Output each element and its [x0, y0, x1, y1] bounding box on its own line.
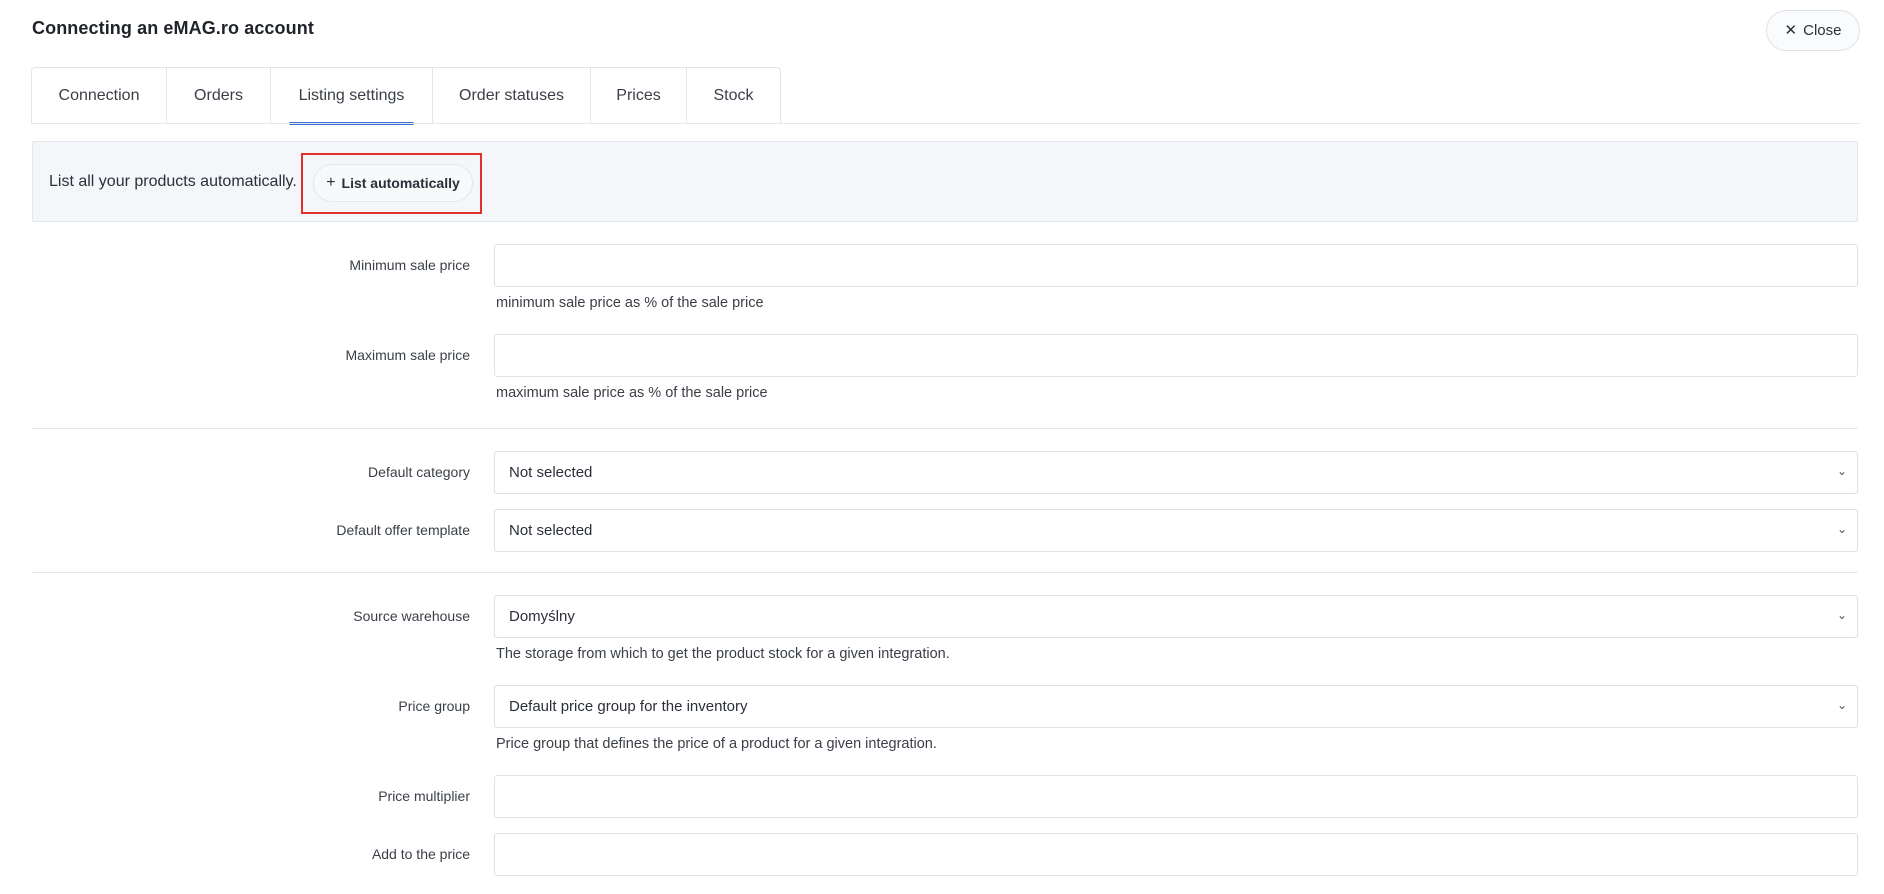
chevron-down-icon: ⌄: [1837, 464, 1848, 478]
tab-connection[interactable]: Connection: [31, 67, 167, 124]
default-category-select[interactable]: Not selected ⌄: [494, 451, 1858, 494]
max-price-input[interactable]: [494, 334, 1858, 377]
tabs-divider: [31, 123, 1860, 124]
close-button[interactable]: ✕ Close: [1766, 10, 1860, 51]
default-offer-template-row: Default offer template Not selected ⌄: [32, 509, 1858, 552]
tab-label: Listing settings: [298, 87, 405, 104]
default-category-value: Not selected: [509, 464, 593, 481]
chevron-down-icon: ⌄: [1837, 698, 1848, 712]
price-group-hint: Price group that defines the price of a …: [496, 736, 937, 752]
source-warehouse-row: Source warehouse Domyślny ⌄ The storage …: [32, 595, 1858, 665]
tab-label: Order statuses: [459, 87, 564, 104]
tab-prices[interactable]: Prices: [591, 67, 687, 124]
list-automatically-button[interactable]: + List automatically: [313, 164, 473, 202]
page-title: Connecting an eMAG.ro account: [32, 18, 314, 38]
tab-label: Stock: [713, 87, 754, 104]
list-automatically-label: List automatically: [341, 175, 460, 191]
chevron-down-icon: ⌄: [1837, 522, 1848, 536]
price-group-row: Price group Default price group for the …: [32, 685, 1858, 755]
min-price-input[interactable]: [494, 244, 1858, 287]
tab-listing-settings[interactable]: Listing settings: [271, 67, 433, 125]
list-automatically-banner: List all your products automatically. + …: [32, 141, 1858, 222]
default-category-row: Default category Not selected ⌄: [32, 451, 1858, 494]
max-price-hint: maximum sale price as % of the sale pric…: [496, 385, 768, 401]
source-warehouse-label: Source warehouse: [353, 608, 470, 624]
source-warehouse-select[interactable]: Domyślny ⌄: [494, 595, 1858, 638]
tab-order-statuses[interactable]: Order statuses: [433, 67, 591, 124]
tab-label: Connection: [58, 87, 140, 104]
max-price-label: Maximum sale price: [345, 347, 470, 363]
price-group-value: Default price group for the inventory: [509, 698, 748, 715]
tab-stock[interactable]: Stock: [687, 67, 781, 124]
section-divider: [32, 572, 1858, 573]
min-price-row: Minimum sale price minimum sale price as…: [32, 244, 1858, 314]
min-price-hint: minimum sale price as % of the sale pric…: [496, 295, 764, 311]
price-group-select[interactable]: Default price group for the inventory ⌄: [494, 685, 1858, 728]
min-price-label: Minimum sale price: [349, 257, 470, 273]
default-offer-template-select[interactable]: Not selected ⌄: [494, 509, 1858, 552]
add-to-price-label: Add to the price: [371, 846, 470, 862]
default-offer-template-label: Default offer template: [336, 522, 470, 538]
price-multiplier-label: Price multiplier: [378, 788, 470, 804]
price-multiplier-input[interactable]: [494, 775, 1858, 818]
close-label: Close: [1803, 22, 1842, 39]
close-icon: ✕: [1784, 22, 1798, 39]
max-price-row: Maximum sale price maximum sale price as…: [32, 334, 1858, 404]
tab-orders[interactable]: Orders: [167, 67, 271, 124]
source-warehouse-value: Domyślny: [509, 608, 575, 625]
plus-icon: +: [326, 174, 336, 191]
default-offer-template-value: Not selected: [509, 522, 593, 539]
price-multiplier-row: Price multiplier: [32, 775, 1858, 818]
add-to-price-input[interactable]: [494, 833, 1858, 876]
tab-bar: Connection Orders Listing settings Order…: [31, 67, 781, 125]
price-group-label: Price group: [398, 698, 470, 714]
tab-label: Prices: [616, 87, 661, 104]
default-category-label: Default category: [368, 464, 470, 480]
banner-text: List all your products automatically.: [49, 173, 297, 190]
section-divider: [32, 428, 1858, 429]
add-to-price-row: Add to the price: [32, 833, 1858, 876]
source-warehouse-hint: The storage from which to get the produc…: [496, 646, 950, 662]
tab-label: Orders: [194, 87, 243, 104]
chevron-down-icon: ⌄: [1837, 608, 1848, 622]
